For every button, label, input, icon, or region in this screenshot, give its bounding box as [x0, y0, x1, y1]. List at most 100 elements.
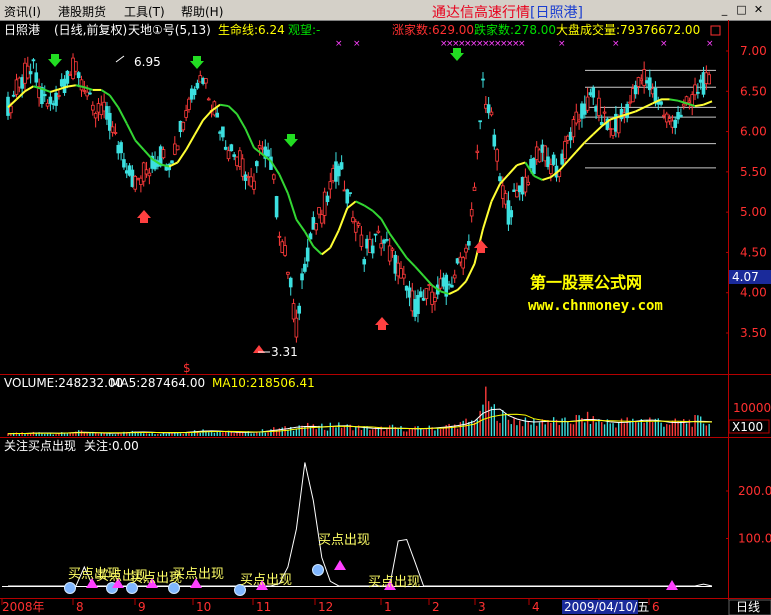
candle-body: [574, 111, 579, 124]
candle-body: [127, 165, 132, 176]
candle-body: [218, 131, 222, 134]
candle-body: [45, 102, 50, 107]
candle-body: [42, 93, 47, 97]
volume-bars: [7, 386, 710, 436]
candle-body: [486, 104, 491, 114]
ma-segment: [703, 100, 713, 106]
candle-body: [223, 146, 228, 150]
candle-body: [534, 146, 539, 160]
ma-segment: [286, 193, 298, 220]
ma-segment: [533, 174, 543, 181]
candle-body: [517, 185, 522, 193]
candle-body: [139, 177, 143, 185]
candle-body: [334, 161, 338, 182]
candle-body: [532, 158, 536, 175]
ma-segment: [67, 84, 77, 88]
candle-body: [597, 97, 601, 117]
candle-body: [305, 247, 310, 262]
candle-body: [475, 150, 480, 153]
candle-body: [320, 214, 324, 224]
candle-body: [28, 71, 33, 75]
candle-body: [342, 189, 347, 192]
candle-body: [526, 181, 531, 186]
price-tick-label-7: 3.50: [740, 326, 767, 340]
top-marker-1: ×: [353, 39, 361, 49]
candle-body: [206, 98, 211, 101]
candle-body: [701, 72, 706, 95]
menu-item-info[interactable]: 资讯(I): [4, 3, 41, 20]
candle-body: [430, 291, 434, 305]
candle-body: [51, 103, 56, 106]
month-label-8: 3: [478, 600, 486, 614]
signal-triangle-5: [334, 560, 346, 570]
indicator-title: 关注买点出现: [4, 438, 76, 453]
candle-body: [362, 259, 367, 265]
signal-label-4: 买点出现: [240, 573, 292, 588]
candle-body: [351, 217, 355, 223]
volume-ma10: MA10:218506.41: [212, 376, 315, 390]
close-icon[interactable]: ✕: [752, 3, 765, 16]
candle-body: [399, 268, 403, 279]
candle-body: [303, 263, 307, 272]
ma-segment: [397, 245, 408, 259]
ma-segment: [584, 133, 594, 144]
candle-body: [639, 78, 644, 82]
candle-body: [175, 145, 180, 151]
candle-body: [144, 169, 149, 175]
menu-item-help[interactable]: 帮助(H): [181, 3, 223, 20]
candle-body: [512, 189, 516, 192]
panel-toggle-icon[interactable]: [710, 25, 721, 36]
candle-body: [385, 239, 389, 241]
ma-segment: [592, 125, 603, 135]
candle-body: [311, 217, 316, 230]
candle-body: [20, 77, 24, 89]
candle-body: [198, 75, 203, 83]
high-price-label: 6.95: [134, 55, 161, 69]
candle-body: [48, 96, 53, 104]
candle-body: [373, 233, 378, 236]
dollar-marker: $: [183, 361, 191, 375]
candle-body: [455, 258, 460, 264]
ma-segment: [380, 218, 391, 235]
ma-segment: [236, 113, 247, 130]
watermark-url: www.chnmoney.com: [528, 298, 663, 314]
top-marker-18: ×: [660, 39, 668, 49]
candle-body: [571, 119, 576, 138]
candle-body: [594, 106, 598, 112]
candle-body: [11, 94, 16, 97]
signal-label-3: 买点出现: [172, 567, 224, 582]
menu-item-hk-futures[interactable]: 港股期货: [58, 3, 106, 20]
candle-body: [235, 156, 239, 167]
price-tick-label-4: 5.00: [740, 205, 767, 219]
top-marker-19: ×: [706, 39, 714, 49]
ma-segment: [244, 128, 255, 149]
current-price-label: 4.07: [732, 270, 759, 284]
stock-chart[interactable]: 日照港 (日线,前复权) 天地①号(5,13) 生命线:6.24 观望:- 涨家…: [0, 20, 771, 615]
candle-body: [113, 132, 118, 134]
ma-segment: [176, 149, 187, 164]
candle-body: [79, 79, 84, 91]
candle-body: [433, 296, 437, 302]
maximize-icon[interactable]: □: [735, 3, 748, 16]
candle-body: [17, 77, 22, 88]
minimize-icon[interactable]: _: [718, 3, 731, 16]
candle-body: [255, 161, 259, 167]
candle-body: [393, 254, 398, 274]
candle-body: [684, 96, 689, 103]
candle-body: [368, 239, 372, 254]
candle-body: [76, 72, 81, 79]
candle-body: [396, 262, 400, 277]
candle-body: [500, 185, 505, 199]
buy-arrow-2: [474, 240, 488, 253]
candle-body: [170, 160, 174, 164]
price-tick-label-1: 6.50: [740, 84, 767, 98]
menu-item-tools[interactable]: 工具(T): [124, 3, 165, 20]
candle-body: [698, 79, 703, 83]
ma-segment: [117, 106, 128, 124]
candle-body: [387, 245, 392, 262]
candle-body: [93, 113, 98, 119]
ma-segment: [84, 86, 94, 91]
candle-body: [356, 222, 361, 226]
candle-body: [687, 100, 692, 103]
candle-body: [379, 243, 384, 249]
